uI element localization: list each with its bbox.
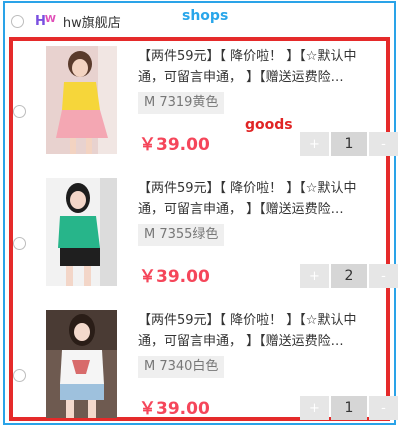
product-spec[interactable]: M 7340白色 (138, 356, 225, 378)
decrease-button[interactable]: + (300, 396, 329, 420)
shop-select-radio[interactable] (11, 14, 24, 28)
product-price: ￥39.00 (139, 399, 210, 419)
product-spec[interactable]: M 7355绿色 (138, 224, 225, 246)
shop-header: HW hw旗舰店 (11, 10, 121, 32)
product-price: ￥39.00 (139, 267, 210, 287)
increase-button[interactable]: - (369, 396, 398, 420)
decrease-button[interactable]: + (300, 132, 329, 156)
quantity-input[interactable]: 1 (331, 396, 367, 420)
product-title[interactable]: 【两件59元】【 降价啦！ 】【☆默认中通，可留言申通， 】【赠送运费险… (138, 310, 382, 352)
quantity-input[interactable]: 1 (331, 132, 367, 156)
decrease-button[interactable]: + (300, 264, 329, 288)
quantity-stepper: + 1 - (300, 132, 398, 156)
item-select-radio[interactable] (13, 237, 26, 250)
item-select-radio[interactable] (13, 369, 26, 382)
product-thumbnail[interactable] (46, 310, 117, 418)
item-select-radio[interactable] (13, 105, 26, 118)
shop-name[interactable]: hw旗舰店 (63, 12, 121, 31)
cart-item: 【两件59元】【 降价啦！ 】【☆默认中通，可留言申通， 】【赠送运费险… M … (13, 178, 398, 298)
product-price: ￥39.00 (139, 135, 210, 155)
cart-item: 【两件59元】【 降价啦！ 】【☆默认中通，可留言申通， 】【赠送运费险… M … (13, 310, 398, 430)
product-thumbnail[interactable] (46, 46, 117, 154)
product-spec[interactable]: M 7319黄色 (138, 92, 225, 114)
shop-logo-icon: HW (35, 13, 56, 29)
quantity-stepper: + 2 - (300, 264, 398, 288)
increase-button[interactable]: - (369, 132, 398, 156)
quantity-input[interactable]: 2 (331, 264, 367, 288)
product-thumbnail[interactable] (46, 178, 117, 286)
quantity-stepper: + 1 - (300, 396, 398, 420)
shops-annotation: shops (182, 8, 229, 24)
product-title[interactable]: 【两件59元】【 降价啦！ 】【☆默认中通，可留言申通， 】【赠送运费险… (138, 46, 382, 88)
increase-button[interactable]: - (369, 264, 398, 288)
cart-item: 【两件59元】【 降价啦！ 】【☆默认中通，可留言申通， 】【赠送运费险… M … (13, 46, 398, 166)
product-title[interactable]: 【两件59元】【 降价啦！ 】【☆默认中通，可留言申通， 】【赠送运费险… (138, 178, 382, 220)
